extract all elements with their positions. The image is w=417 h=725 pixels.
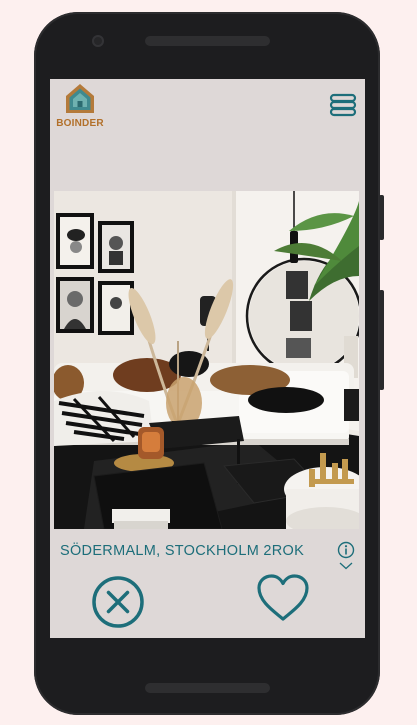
earpiece-speaker	[145, 36, 270, 46]
volume-button	[379, 195, 384, 240]
hamburger-menu-icon	[329, 93, 357, 117]
chevron-down-icon	[339, 562, 353, 570]
close-circle-icon	[92, 576, 144, 628]
power-button	[379, 290, 384, 390]
listing-caption: SÖDERMALM, STOCKHOLM 2ROK	[60, 543, 305, 559]
house-logo-icon	[66, 84, 94, 113]
bottom-speaker	[145, 683, 270, 693]
app-logo[interactable]: BOINDER	[55, 81, 105, 129]
listing-photo[interactable]	[54, 191, 359, 529]
info-button[interactable]	[337, 541, 355, 571]
logo-text: BOINDER	[56, 118, 104, 129]
like-button[interactable]	[255, 573, 311, 623]
heart-icon	[257, 574, 309, 621]
app-screen: BOINDER SÖDERMALM, STOCKHOLM 2ROK	[50, 79, 365, 638]
living-room-image	[54, 191, 359, 529]
front-camera	[92, 35, 104, 47]
info-icon	[337, 541, 355, 559]
menu-button[interactable]	[329, 91, 357, 119]
reject-button[interactable]	[90, 574, 146, 630]
